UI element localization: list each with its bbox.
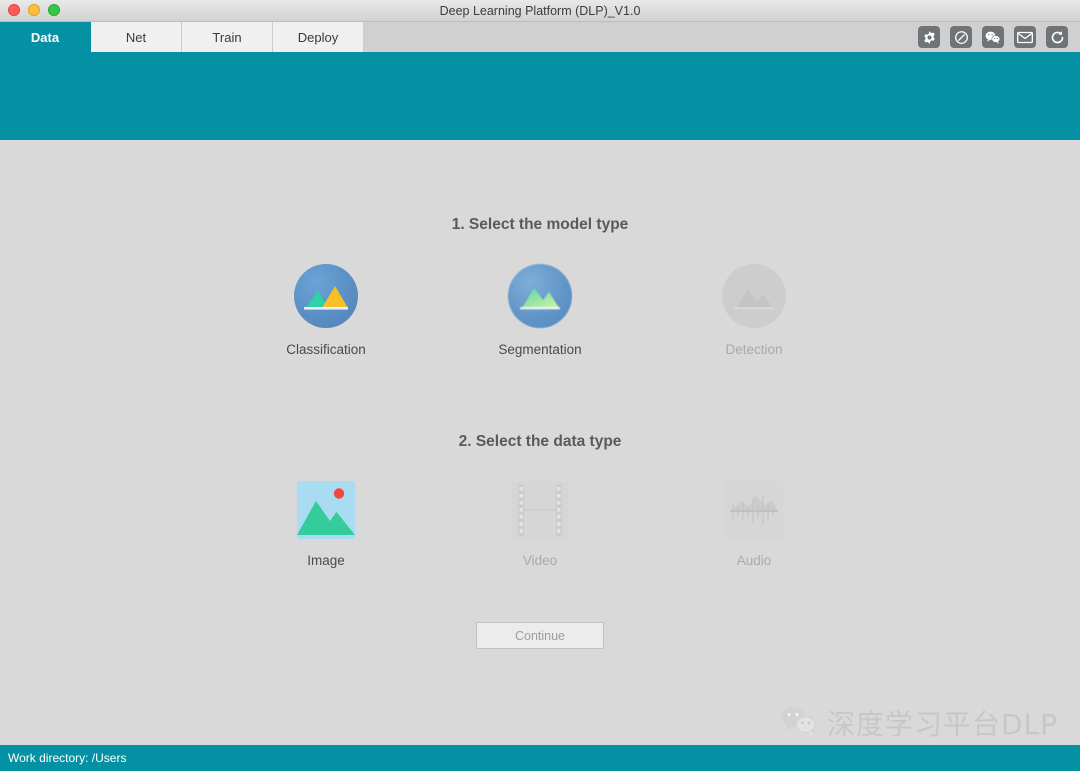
- data-option-video-label: Video: [522, 553, 558, 568]
- tab-data[interactable]: Data: [0, 22, 91, 52]
- tab-train-label: Train: [212, 29, 242, 45]
- title-bar: Deep Learning Platform (DLP)_V1.0: [0, 0, 1080, 22]
- window-title: Deep Learning Platform (DLP)_V1.0: [439, 4, 641, 18]
- toolbar-icon-group: [918, 22, 1068, 52]
- data-option-image[interactable]: Image: [219, 481, 433, 568]
- segmentation-icon: [508, 264, 572, 328]
- data-type-heading: 2. Select the data type: [458, 433, 622, 450]
- tab-deploy-label: Deploy: [297, 29, 339, 45]
- model-type-options: Classification Segmentation Detection: [0, 264, 1080, 357]
- app-window: Deep Learning Platform (DLP)_V1.0 Data N…: [0, 0, 1080, 771]
- compass-icon[interactable]: [950, 26, 972, 48]
- model-option-detection-label: Detection: [725, 342, 783, 357]
- data-option-audio: Audio: [647, 481, 861, 568]
- continue-button[interactable]: Continue: [476, 622, 604, 649]
- data-type-options: Image Video Audio: [0, 481, 1080, 568]
- model-option-detection: Detection: [647, 264, 861, 357]
- model-option-segmentation-label: Segmentation: [498, 342, 582, 357]
- classification-icon: [294, 264, 358, 328]
- detection-icon: [722, 264, 786, 328]
- gear-icon[interactable]: [918, 26, 940, 48]
- model-option-classification-label: Classification: [286, 342, 366, 357]
- image-icon: [297, 481, 355, 539]
- refresh-icon[interactable]: [1046, 26, 1068, 48]
- model-option-segmentation[interactable]: Segmentation: [433, 264, 647, 357]
- tab-net[interactable]: Net: [91, 22, 182, 52]
- tab-deploy[interactable]: Deploy: [273, 22, 364, 52]
- data-option-audio-label: Audio: [736, 553, 772, 568]
- work-directory-label: Work directory: /Users: [8, 751, 127, 765]
- audio-icon: [725, 481, 783, 539]
- model-option-classification[interactable]: Classification: [219, 264, 433, 357]
- tab-data-label: Data: [30, 29, 60, 45]
- status-bar: Work directory: /Users: [0, 745, 1080, 771]
- tab-train[interactable]: Train: [182, 22, 273, 52]
- data-option-video: Video: [433, 481, 647, 568]
- teal-banner: [0, 52, 1080, 140]
- main-content: 1. Select the model type Classification: [0, 140, 1080, 745]
- mail-icon[interactable]: [1014, 26, 1036, 48]
- video-icon: [511, 481, 569, 539]
- tab-net-label: Net: [125, 29, 147, 45]
- model-type-heading: 1. Select the model type: [451, 216, 629, 233]
- wechat-icon[interactable]: [982, 26, 1004, 48]
- continue-button-row: Continue: [0, 622, 1080, 649]
- data-option-image-label: Image: [307, 553, 345, 568]
